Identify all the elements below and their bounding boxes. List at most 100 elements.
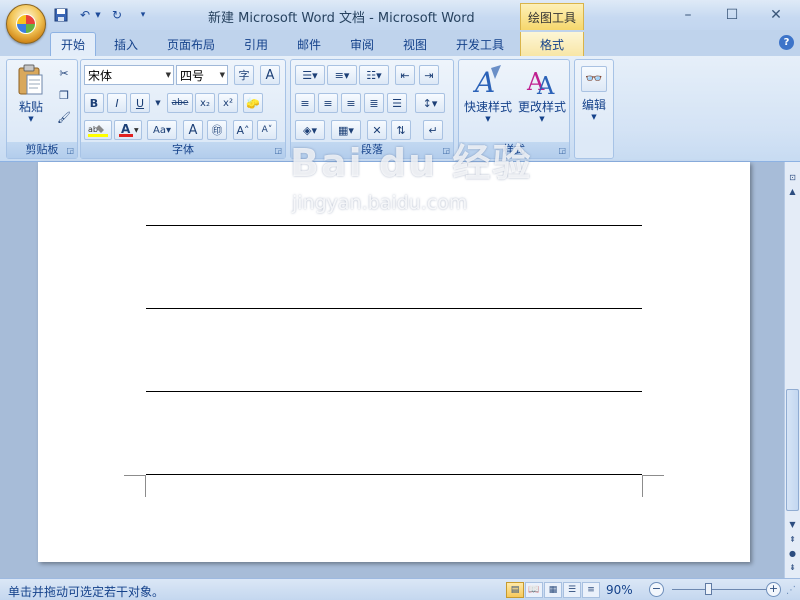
- horizontal-line[interactable]: [146, 391, 642, 392]
- enclose-characters-icon[interactable]: ㊞: [207, 120, 227, 140]
- underline-icon[interactable]: U: [130, 93, 150, 113]
- cut-icon[interactable]: ✂: [54, 63, 74, 83]
- tab-review[interactable]: 审阅: [340, 32, 384, 56]
- help-icon[interactable]: ?: [779, 35, 794, 50]
- change-styles-button[interactable]: AA 更改样式 ▼: [515, 64, 569, 123]
- watermark-logo: Bai du 经验: [290, 141, 533, 185]
- zoom-level[interactable]: 90%: [606, 583, 633, 597]
- previous-page-icon[interactable]: ⇞: [785, 532, 800, 546]
- watermark-url: jingyan.baidu.com: [292, 192, 468, 214]
- character-shading-icon[interactable]: A: [183, 120, 203, 140]
- select-browse-object-icon[interactable]: ●: [785, 546, 800, 560]
- redo-icon[interactable]: ↻: [108, 6, 126, 24]
- undo-icon[interactable]: ↶: [76, 6, 94, 24]
- zoom-slider-track[interactable]: [672, 589, 766, 590]
- quick-styles-button[interactable]: A 快速样式 ▼: [461, 64, 515, 123]
- print-layout-icon[interactable]: ▤: [506, 582, 524, 598]
- scroll-down-icon[interactable]: ▼: [785, 517, 800, 531]
- align-right-icon[interactable]: ≡: [341, 93, 361, 113]
- superscript-icon[interactable]: x²: [218, 93, 238, 113]
- underline-dropdown-icon[interactable]: ▼: [153, 93, 163, 113]
- tab-view[interactable]: 视图: [393, 32, 437, 56]
- decrease-indent-icon[interactable]: ⇤: [395, 65, 415, 85]
- crop-mark: [642, 475, 643, 497]
- line-spacing-icon[interactable]: ↕▾: [415, 93, 445, 113]
- font-size-combo[interactable]: 四号 ▼: [176, 65, 228, 85]
- editing-button[interactable]: 👓 编辑 ▼: [577, 66, 611, 121]
- tab-page-layout[interactable]: 页面布局: [157, 32, 225, 56]
- ribbon-tabs: 开始 插入 页面布局 引用 邮件 审阅 视图 开发工具 格式 ?: [0, 30, 800, 56]
- horizontal-line[interactable]: [146, 308, 642, 309]
- shrink-font-icon[interactable]: A˅: [257, 120, 277, 140]
- phonetic-guide-icon[interactable]: 字: [234, 65, 254, 85]
- editing-dropdown-icon[interactable]: ▼: [591, 113, 596, 121]
- paste-dropdown-icon[interactable]: ▼: [28, 115, 33, 123]
- maximize-button[interactable]: ☐: [712, 4, 752, 26]
- next-page-icon[interactable]: ⇟: [785, 560, 800, 574]
- horizontal-line[interactable]: [146, 225, 642, 226]
- clipboard-launcher-icon[interactable]: ◲: [66, 146, 74, 155]
- tab-home[interactable]: 开始: [50, 32, 97, 56]
- numbering-icon[interactable]: ≡▾: [327, 65, 357, 85]
- zoom-out-icon[interactable]: −: [649, 582, 664, 597]
- tab-insert[interactable]: 插入: [104, 32, 148, 56]
- grow-font-icon[interactable]: A˄: [233, 120, 253, 140]
- quick-styles-label: 快速样式: [463, 100, 512, 114]
- align-left-icon[interactable]: ≡: [295, 93, 315, 113]
- quick-styles-icon: A: [472, 65, 501, 98]
- subscript-icon[interactable]: x₂: [195, 93, 215, 113]
- character-border-icon[interactable]: A: [260, 65, 280, 85]
- status-message: 单击并拖动可选定若干对象。: [8, 585, 165, 599]
- vertical-scrollbar[interactable]: ⊡ ▲ ▼ ⇞ ● ⇟: [784, 162, 800, 578]
- full-screen-reading-icon[interactable]: 📖: [525, 582, 543, 598]
- web-layout-icon[interactable]: ▦: [544, 582, 562, 598]
- customize-toolbar-icon[interactable]: ▾: [134, 6, 152, 24]
- font-name-combo[interactable]: 宋体 ▼: [84, 65, 174, 85]
- bold-icon[interactable]: B: [84, 93, 104, 113]
- horizontal-line[interactable]: [146, 474, 642, 475]
- outline-view-icon[interactable]: ☰: [563, 582, 581, 598]
- window-title: 新建 Microsoft Word 文档 - Microsoft Word: [208, 11, 475, 26]
- styles-launcher-icon[interactable]: ◲: [558, 146, 566, 155]
- resize-grip-icon[interactable]: ⋰: [786, 585, 796, 596]
- save-icon[interactable]: [52, 6, 70, 24]
- format-painter-icon[interactable]: 🖌: [54, 107, 74, 127]
- zoom-slider-thumb[interactable]: [705, 583, 712, 595]
- undo-dropdown-icon[interactable]: ▼: [94, 6, 102, 24]
- italic-icon[interactable]: I: [107, 93, 127, 113]
- draft-view-icon[interactable]: ≡: [582, 582, 600, 598]
- strikethrough-icon[interactable]: abe: [167, 93, 193, 113]
- copy-icon[interactable]: ❐: [54, 85, 74, 105]
- bullets-icon[interactable]: ☰▾: [295, 65, 325, 85]
- change-case-icon[interactable]: Aa▾: [147, 120, 177, 140]
- tab-format[interactable]: 格式: [520, 32, 584, 56]
- paste-button[interactable]: 粘贴 ▼: [11, 64, 51, 123]
- scroll-up-icon[interactable]: ▲: [785, 184, 800, 198]
- distributed-icon[interactable]: ☰: [387, 93, 407, 113]
- tab-mailings[interactable]: 邮件: [287, 32, 331, 56]
- quick-styles-dropdown-icon[interactable]: ▼: [485, 115, 490, 123]
- font-color-icon[interactable]: A ▼: [114, 120, 142, 140]
- justify-icon[interactable]: ≣: [364, 93, 384, 113]
- scroll-thumb[interactable]: [786, 389, 799, 511]
- ruler-toggle-icon[interactable]: ⊡: [785, 170, 800, 184]
- svg-text:A: A: [472, 66, 495, 98]
- close-button[interactable]: ✕: [756, 4, 796, 26]
- highlight-color-icon[interactable]: ab: [84, 120, 112, 140]
- tab-developer[interactable]: 开发工具: [446, 32, 514, 56]
- editing-group: 👓 编辑 ▼: [574, 59, 614, 159]
- office-button[interactable]: [6, 4, 46, 44]
- tab-references[interactable]: 引用: [234, 32, 278, 56]
- minimize-button[interactable]: –: [668, 4, 708, 26]
- document-page[interactable]: [38, 162, 750, 562]
- font-launcher-icon[interactable]: ◲: [274, 146, 282, 155]
- crop-mark: [124, 475, 146, 476]
- zoom-in-icon[interactable]: +: [766, 582, 781, 597]
- multilevel-list-icon[interactable]: ☷▾: [359, 65, 389, 85]
- font-group-label: 字体: [81, 142, 285, 158]
- svg-text:ab: ab: [88, 125, 98, 134]
- clear-formatting-icon[interactable]: 🧽: [243, 93, 263, 113]
- increase-indent-icon[interactable]: ⇥: [419, 65, 439, 85]
- change-styles-dropdown-icon[interactable]: ▼: [539, 115, 544, 123]
- align-center-icon[interactable]: ≡: [318, 93, 338, 113]
